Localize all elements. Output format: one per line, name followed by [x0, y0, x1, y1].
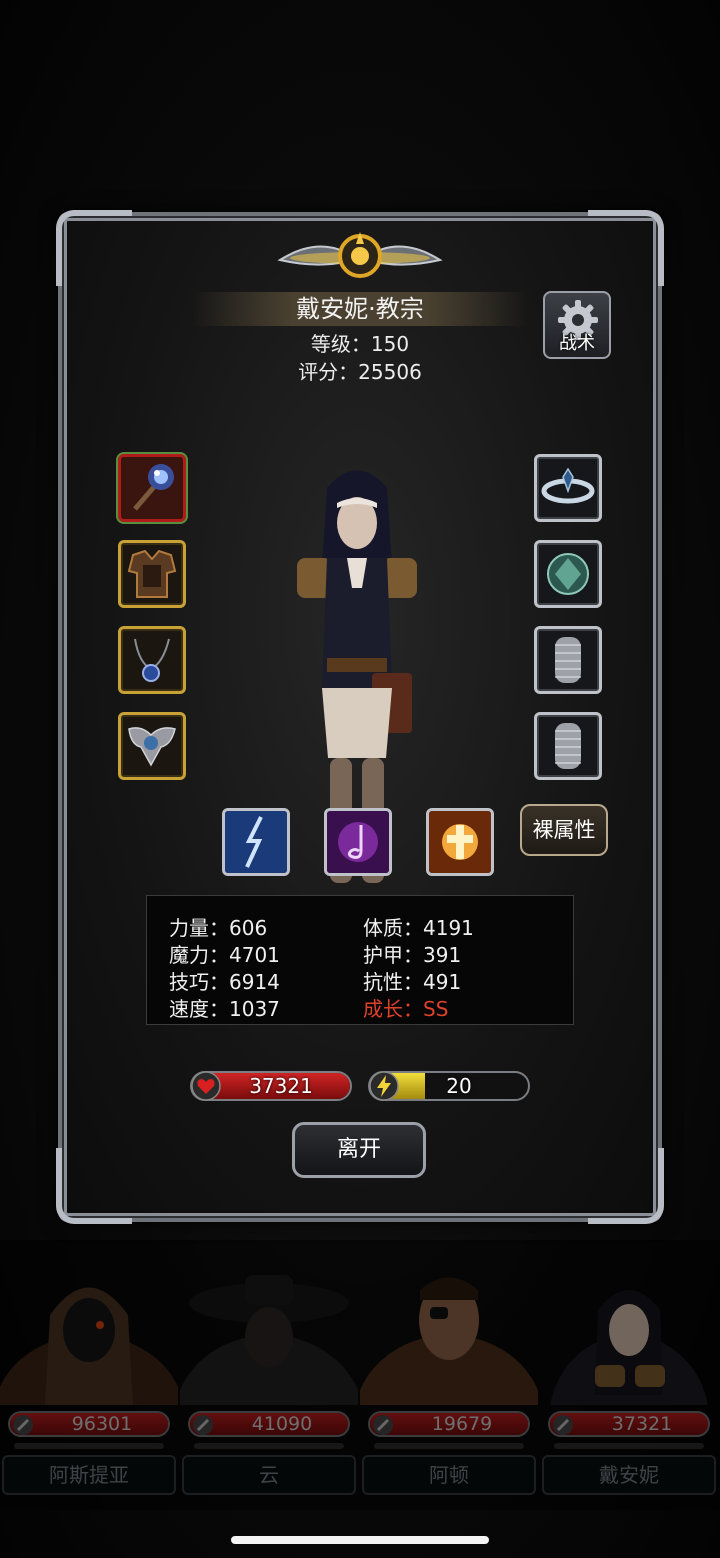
gem-icon: [547, 553, 589, 595]
frame-corner: [56, 1148, 132, 1224]
equip-slot-emblem[interactable]: [118, 712, 186, 780]
equip-slot-chain-1[interactable]: [534, 626, 602, 694]
frame-corner: [588, 1148, 664, 1224]
chain-mail-icon: [555, 723, 581, 769]
stat-skill: 技巧：6914: [169, 970, 280, 994]
lightning-skill-icon: [225, 811, 287, 873]
leave-button[interactable]: 离开: [292, 1122, 426, 1178]
stat-strength: 力量：606: [169, 916, 268, 940]
stat-constitution: 体质：4191: [363, 916, 474, 940]
equip-slot-amulet[interactable]: [118, 626, 186, 694]
stats-box: 力量：606 魔力：4701 技巧：6914 速度：1037 体质：4191 护…: [146, 895, 574, 1025]
equip-slot-gem[interactable]: [534, 540, 602, 608]
halo-icon: [541, 467, 595, 504]
frame-corner: [588, 210, 664, 286]
skill-slot-1[interactable]: [222, 808, 290, 876]
character-name: 戴安妮·教宗: [296, 295, 424, 323]
home-indicator[interactable]: [231, 1536, 489, 1544]
mace-icon: [121, 457, 183, 519]
sun-emblem-icon: [277, 232, 443, 278]
stat-speed: 速度：1037: [169, 997, 280, 1021]
roster-dim-overlay: [0, 1240, 720, 1510]
stat-resistance: 抗性：491: [363, 970, 462, 994]
stat-magic: 魔力：4701: [169, 943, 280, 967]
stat-growth: 成长：SS: [363, 997, 449, 1021]
music-note-skill-icon: [327, 811, 389, 873]
lightning-icon: [369, 1071, 399, 1101]
frame-corner: [56, 210, 132, 286]
armor-icon: [127, 549, 177, 598]
character-level: 等级：150: [310, 332, 410, 356]
winged-emblem-icon: [128, 727, 176, 767]
bare-attributes-button[interactable]: 裸属性: [520, 804, 608, 856]
character-score: 评分：25506: [298, 360, 422, 384]
stat-armor: 护甲：391: [363, 943, 462, 967]
tactics-button[interactable]: 战术: [543, 291, 611, 359]
equip-slot-armor[interactable]: [118, 540, 186, 608]
skill-slot-3[interactable]: [426, 808, 494, 876]
equip-slot-chain-2[interactable]: [534, 712, 602, 780]
equip-slot-weapon[interactable]: [118, 454, 186, 522]
holy-shield-skill-icon: [429, 811, 491, 873]
skill-slot-2[interactable]: [324, 808, 392, 876]
chain-mail-icon: [555, 637, 581, 683]
tactics-label: 战术: [559, 333, 595, 354]
amulet-icon: [134, 638, 170, 682]
equip-slot-halo[interactable]: [534, 454, 602, 522]
heart-icon: [191, 1071, 221, 1101]
